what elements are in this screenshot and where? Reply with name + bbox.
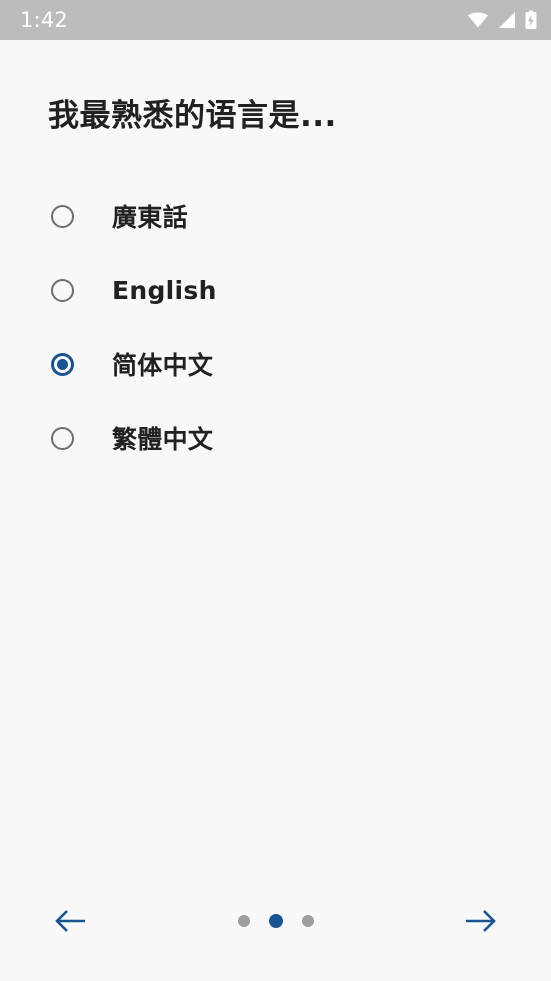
radio-option-traditional-chinese[interactable]: 繁體中文: [48, 401, 519, 475]
radio-option-english[interactable]: English: [48, 253, 519, 327]
radio-ring-icon: [50, 426, 74, 450]
phone-screen: 1:42 我最熟悉的语言是... 廣東話 English 简体中文 繁體中文: [0, 0, 551, 981]
page-dot-3[interactable]: [301, 915, 314, 927]
radio-group-language: 廣東話 English 简体中文 繁體中文: [48, 179, 519, 475]
radio-button-english[interactable]: [48, 276, 76, 304]
radio-option-label: 简体中文: [112, 351, 214, 381]
status-bar-icons: [467, 10, 537, 30]
next-button[interactable]: [461, 901, 501, 941]
cell-signal-icon: [498, 11, 516, 29]
status-bar-clock: 1:42: [20, 8, 68, 32]
survey-content: 我最熟悉的语言是... 廣東話 English 简体中文 繁體中文: [0, 40, 551, 891]
radio-option-simplified-chinese[interactable]: 简体中文: [48, 327, 519, 401]
radio-button-traditional-chinese[interactable]: [48, 424, 76, 452]
page-dot-2[interactable]: [268, 914, 283, 928]
radio-ring-icon: [50, 204, 74, 228]
radio-option-label: 繁體中文: [112, 425, 214, 455]
radio-button-cantonese[interactable]: [48, 202, 76, 230]
status-bar: 1:42: [0, 0, 551, 40]
arrow-left-icon: [53, 907, 87, 935]
wifi-icon: [467, 11, 489, 29]
back-button[interactable]: [50, 901, 90, 941]
radio-option-label: 廣東話: [112, 203, 188, 233]
arrow-right-icon: [464, 907, 498, 935]
page-dot-1[interactable]: [237, 915, 250, 927]
radio-option-cantonese[interactable]: 廣東話: [48, 179, 519, 253]
radio-dot-icon: [56, 358, 68, 370]
page-indicator-dots: [237, 914, 314, 928]
bottom-navigation-bar: [0, 891, 551, 981]
page-title: 我最熟悉的语言是...: [48, 98, 337, 134]
battery-charging-icon: [525, 10, 537, 30]
radio-ring-icon: [50, 278, 74, 302]
radio-option-label: English: [112, 275, 217, 305]
radio-button-simplified-chinese[interactable]: [48, 350, 76, 378]
